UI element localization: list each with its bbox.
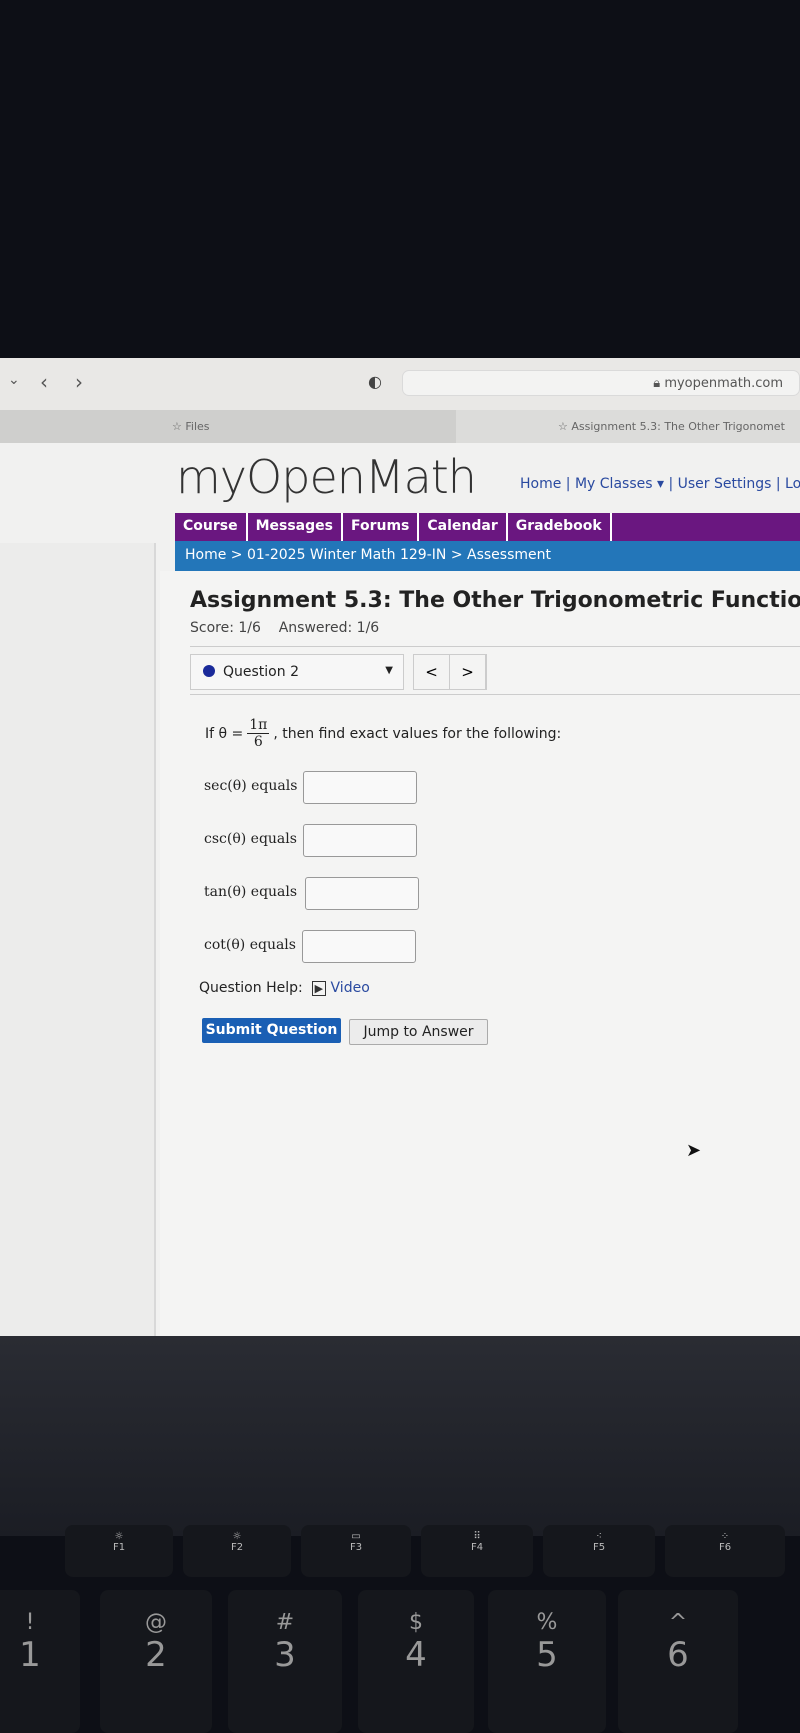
tab-assignment[interactable]: ☆ Assignment 5.3: The Other Trigonomet xyxy=(558,420,785,433)
mouse-cursor-icon: ➤ xyxy=(686,1140,702,1161)
shield-icon[interactable]: ◐ xyxy=(368,372,382,391)
key-f2: ☼ F2 xyxy=(183,1525,291,1577)
key-f3: ▭ F3 xyxy=(301,1525,411,1577)
key-3: #3 xyxy=(228,1590,342,1733)
page-title: Assignment 5.3: The Other Trigonometric … xyxy=(190,588,800,613)
key-f6: ⁘ F6 xyxy=(665,1525,785,1577)
keyboard-light-icon: ⁘ xyxy=(720,1531,730,1542)
breadcrumb[interactable]: Home > 01-2025 Winter Math 129-IN > Asse… xyxy=(175,541,800,571)
question-nav: < > xyxy=(413,654,487,690)
star-icon: ☆ xyxy=(558,420,572,433)
url-text: myopenmath.com xyxy=(664,376,783,391)
question-help: Question Help: ▶ Video xyxy=(199,980,370,996)
key-f4: ⠿ F4 xyxy=(421,1525,533,1577)
key-f5: ⁖ F5 xyxy=(543,1525,655,1577)
forward-icon[interactable]: › xyxy=(75,370,83,394)
logo[interactable]: myOpenMath xyxy=(176,450,477,504)
chevron-down-icon[interactable]: ⌄ xyxy=(8,372,20,388)
divider xyxy=(190,694,800,695)
nav-course[interactable]: Course xyxy=(175,513,248,541)
csc-label: csc(θ) equals xyxy=(204,831,297,847)
launchpad-icon: ⠿ xyxy=(473,1531,481,1542)
main-nav: Course Messages Forums Calendar Gradeboo… xyxy=(175,513,800,541)
csc-input[interactable] xyxy=(303,824,417,857)
fraction: 1π 6 xyxy=(247,717,270,750)
keyboard-light-icon: ⁖ xyxy=(596,1531,602,1542)
brightness-icon: ☼ xyxy=(232,1531,242,1542)
submit-question-button[interactable]: Submit Question xyxy=(202,1018,341,1043)
caret-down-icon: ▼ xyxy=(385,665,393,676)
key-f1: ☼ F1 xyxy=(65,1525,173,1577)
lock-icon: 🔒︎ xyxy=(653,376,665,391)
address-bar[interactable]: 🔒︎ myopenmath.com xyxy=(402,370,800,396)
next-question-button[interactable]: > xyxy=(450,655,486,689)
key-4: $4 xyxy=(358,1590,474,1733)
play-icon: ▶ xyxy=(311,981,327,996)
tab-files[interactable]: ☆ Files xyxy=(0,410,456,443)
key-1: ! 1 xyxy=(0,1590,80,1733)
score-line: Score: 1/6 Answered: 1/6 xyxy=(190,620,380,636)
star-icon: ☆ xyxy=(172,420,186,433)
nav-gradebook[interactable]: Gradebook xyxy=(508,513,612,541)
nav-calendar[interactable]: Calendar xyxy=(419,513,508,541)
tab-bar: ☆ Files ☆ Assignment 5.3: The Other Trig… xyxy=(0,410,800,443)
brightness-icon: ☼ xyxy=(114,1531,124,1542)
divider xyxy=(190,646,800,647)
key-6: ^ 6 xyxy=(618,1590,738,1733)
top-links[interactable]: Home | My Classes ▾ | User Settings | Lo xyxy=(520,476,800,492)
laptop-bezel xyxy=(0,1336,800,1536)
sidebar xyxy=(0,543,156,1336)
video-link[interactable]: ▶ Video xyxy=(311,980,370,996)
sec-label: sec(θ) equals xyxy=(204,778,298,794)
mission-control-icon: ▭ xyxy=(351,1531,361,1542)
back-icon[interactable]: ‹ xyxy=(40,370,48,394)
question-select[interactable]: Question 2 ▼ xyxy=(190,654,404,690)
key-5: % 5 xyxy=(488,1590,606,1733)
jump-to-answer-button[interactable]: Jump to Answer xyxy=(349,1019,488,1045)
prev-question-button[interactable]: < xyxy=(414,655,450,689)
cot-input[interactable] xyxy=(302,930,416,963)
status-dot-icon xyxy=(203,665,215,677)
nav-forums[interactable]: Forums xyxy=(343,513,420,541)
tan-label: tan(θ) equals xyxy=(204,884,298,900)
question-prompt: If θ = 1π 6 , then find exact values for … xyxy=(205,717,562,750)
nav-messages[interactable]: Messages xyxy=(248,513,343,541)
cot-label: cot(θ) equals xyxy=(204,937,296,953)
sec-input[interactable] xyxy=(303,771,417,804)
tan-input[interactable] xyxy=(305,877,419,910)
key-2: @2 xyxy=(100,1590,212,1733)
